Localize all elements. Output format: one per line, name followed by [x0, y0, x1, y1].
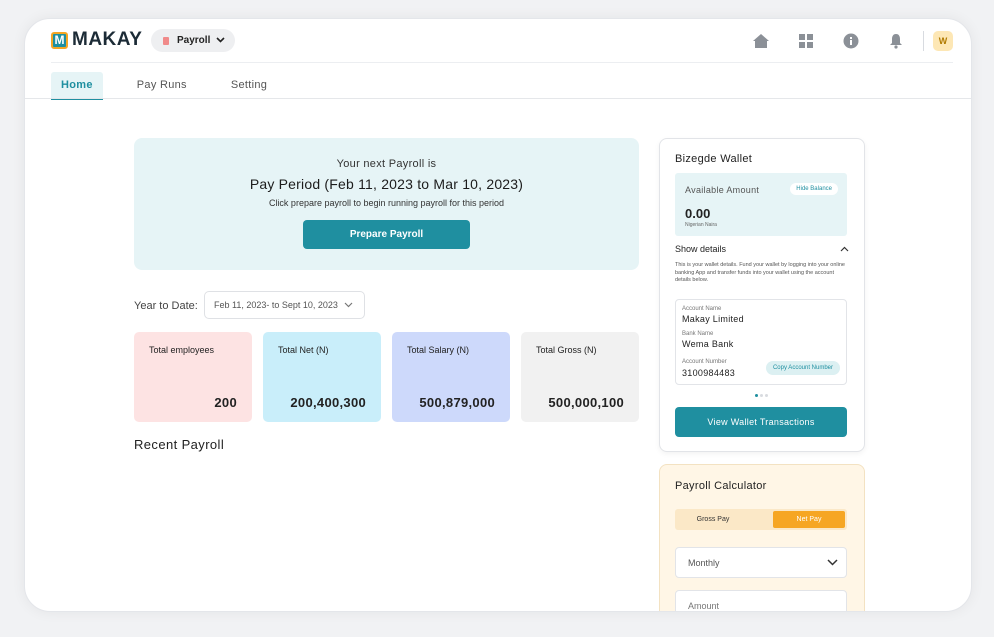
chevron-up-icon: [840, 244, 849, 254]
stat-value: 200: [214, 395, 237, 410]
stat-value: 200,400,300: [290, 395, 366, 410]
brand-name: MAKAY: [72, 29, 143, 50]
carousel-dots: [755, 394, 768, 397]
recent-payroll-heading: Recent Payroll: [134, 437, 225, 452]
chevron-down-icon: [216, 35, 225, 46]
payroll-icon: [161, 36, 171, 46]
stat-value: 500,879,000: [419, 395, 495, 410]
amount-input[interactable]: Amount: [675, 590, 847, 611]
copy-account-number-button[interactable]: Copy Account Number: [765, 361, 840, 375]
stat-title: Total employees: [149, 345, 215, 355]
ytd-range-select[interactable]: Feb 11, 2023- to Sept 10, 2023: [204, 291, 365, 319]
bank-name: Wema Bank: [682, 339, 734, 349]
payroll-calculator: Payroll Calculator Gross Pay Net Pay Mon…: [659, 464, 865, 611]
app-window: M MAKAY Payroll W Home Pay Runs Setting …: [24, 18, 972, 612]
calculator-title: Payroll Calculator: [675, 480, 767, 492]
apps-grid-icon[interactable]: [795, 30, 817, 52]
ytd-range-value: Feb 11, 2023- to Sept 10, 2023: [214, 300, 338, 310]
stat-card-total-salary: Total Salary (N) 500,879,000: [392, 332, 510, 422]
chevron-down-icon: [344, 300, 353, 310]
gross-pay-option[interactable]: Gross Pay: [677, 511, 749, 528]
product-switcher-label: Payroll: [177, 35, 211, 46]
wallet-panel: Bizegde Wallet Available Amount Hide Bal…: [659, 138, 865, 452]
wallet-title: Bizegde Wallet: [675, 153, 753, 165]
pay-period: Pay Period (Feb 11, 2023 to Mar 10, 2023…: [249, 176, 524, 192]
top-toolbar: W: [727, 30, 953, 52]
frequency-value: Monthly: [688, 557, 720, 568]
ytd-label: Year to Date:: [134, 300, 198, 312]
account-number: 3100984483: [682, 368, 736, 378]
product-switcher[interactable]: Payroll: [151, 29, 236, 52]
available-amount-label: Available Amount: [685, 185, 760, 195]
avatar[interactable]: W: [933, 31, 953, 51]
net-pay-option[interactable]: Net Pay: [773, 511, 845, 528]
stat-title: Total Net (N): [278, 345, 329, 355]
show-details-toggle[interactable]: Show details: [675, 244, 849, 254]
frequency-select[interactable]: Monthly: [675, 547, 847, 578]
wallet-description: This is your wallet details. Fund your w…: [675, 262, 845, 283]
wallet-currency: Nigerian Naira: [685, 222, 717, 228]
wallet-balance-box: Available Amount Hide Balance 0.00 Niger…: [675, 173, 847, 236]
tab-home[interactable]: Home: [51, 72, 103, 100]
banner-intro: Your next Payroll is: [336, 158, 437, 170]
carousel-dot[interactable]: [765, 394, 768, 397]
show-details-label: Show details: [675, 244, 727, 254]
info-icon[interactable]: [840, 30, 862, 52]
toolbar-divider: [923, 31, 924, 51]
banner-hint: Click prepare payroll to begin running p…: [268, 198, 505, 208]
account-name: Makay Limited: [682, 314, 744, 324]
next-payroll-banner: Your next Payroll is Pay Period (Feb 11,…: [134, 138, 639, 270]
stat-value: 500,000,100: [548, 395, 624, 410]
stat-card-total-gross: Total Gross (N) 500,000,100: [521, 332, 639, 422]
brand-logo[interactable]: M MAKAY: [51, 29, 142, 51]
wallet-amount: 0.00: [685, 206, 711, 221]
chevron-down-icon: [827, 558, 838, 568]
nav-tabs: Home Pay Runs Setting: [51, 72, 301, 100]
view-wallet-transactions-button[interactable]: View Wallet Transactions: [675, 407, 847, 437]
tab-pay-runs[interactable]: Pay Runs: [127, 72, 197, 98]
tabs-divider: [25, 98, 971, 99]
account-details-box: Account Name Makay Limited Bank Name Wem…: [675, 299, 847, 385]
stat-title: Total Gross (N): [536, 345, 597, 355]
header-divider: [51, 62, 953, 63]
stat-title: Total Salary (N): [407, 345, 470, 355]
stat-card-total-net: Total Net (N) 200,400,300: [263, 332, 381, 422]
prepare-payroll-button[interactable]: Prepare Payroll: [303, 220, 470, 249]
bell-icon[interactable]: [885, 30, 907, 52]
carousel-dot[interactable]: [760, 394, 763, 397]
account-name-label: Account Name: [682, 306, 722, 312]
tab-setting[interactable]: Setting: [221, 72, 277, 98]
hide-balance-button[interactable]: Hide Balance: [790, 183, 838, 195]
pay-type-toggle: Gross Pay Net Pay: [675, 509, 847, 530]
home-icon[interactable]: [750, 30, 772, 52]
logo-mark: M: [51, 31, 68, 49]
stat-card-employees: Total employees 200: [134, 332, 252, 422]
carousel-dot[interactable]: [755, 394, 758, 397]
account-number-label: Account Number: [682, 359, 727, 365]
bank-name-label: Bank Name: [682, 331, 714, 337]
